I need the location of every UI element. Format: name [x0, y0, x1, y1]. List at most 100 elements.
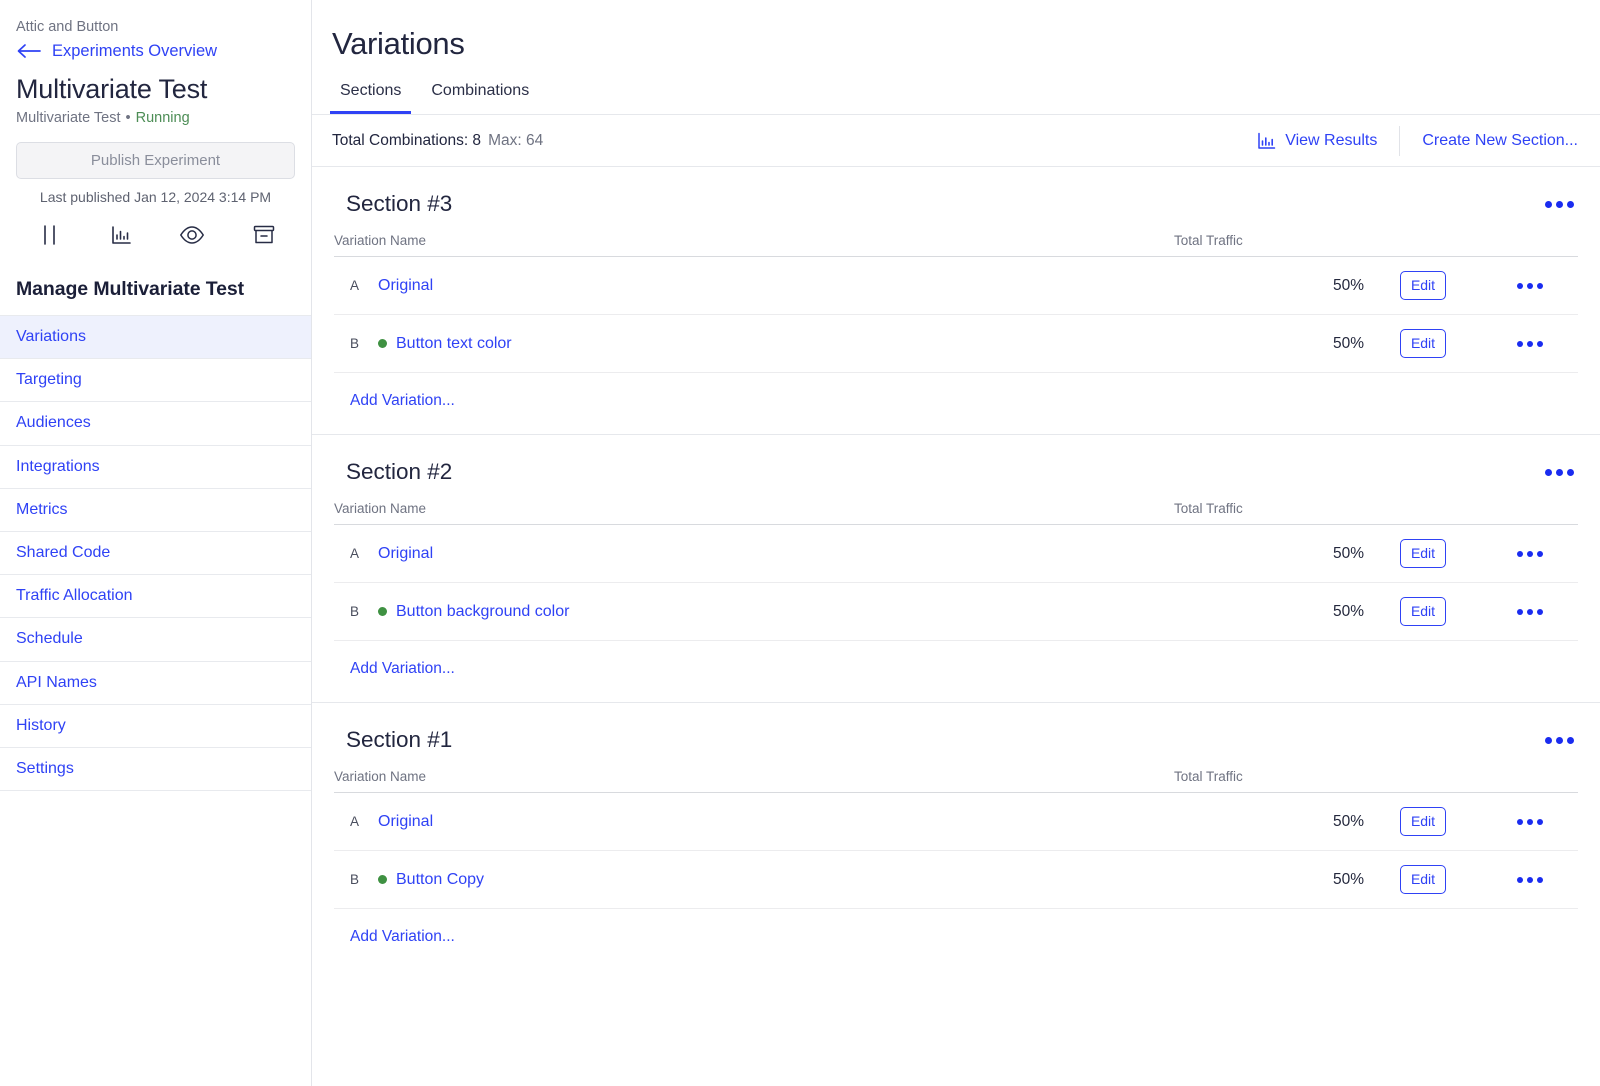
- sidebar-item-audiences[interactable]: Audiences: [0, 402, 311, 445]
- header-total-traffic: Total Traffic: [1174, 501, 1364, 525]
- variation-traffic: 50%: [1174, 525, 1364, 583]
- table-row: A Original 50% Edit: [334, 257, 1578, 315]
- back-to-experiments-overview[interactable]: Experiments Overview: [16, 40, 295, 62]
- sidebar-item-targeting[interactable]: Targeting: [0, 359, 311, 402]
- variation-name-cell: A Original: [350, 277, 1174, 295]
- table-row: A Original 50% Edit: [334, 793, 1578, 851]
- table-header-row: Variation Name Total Traffic: [334, 769, 1578, 793]
- variation-menu-icon[interactable]: [1511, 277, 1549, 295]
- section-header-3: Section #3: [334, 167, 1578, 233]
- arrow-left-icon: [16, 41, 42, 61]
- section-menu-icon-3[interactable]: [1541, 195, 1578, 214]
- status-badge: Running: [136, 110, 190, 126]
- app-root: Attic and Button Experiments Overview Mu…: [0, 0, 1600, 1086]
- header-total-traffic: Total Traffic: [1174, 769, 1364, 793]
- section-menu-icon-2[interactable]: [1541, 463, 1578, 482]
- table-header-row: Variation Name Total Traffic: [334, 233, 1578, 257]
- variation-traffic: 50%: [1174, 583, 1364, 641]
- variation-status-dot-icon: [378, 339, 387, 348]
- main-content: Variations Sections Combinations Total C…: [312, 0, 1600, 1086]
- variation-letter: B: [350, 872, 378, 887]
- add-variation-link[interactable]: Add Variation...: [334, 641, 455, 702]
- experiment-title: Multivariate Test: [16, 72, 295, 106]
- view-results-label: View Results: [1285, 132, 1377, 150]
- variation-link[interactable]: Original: [378, 277, 433, 295]
- total-combinations-label: Total Combinations: 8: [332, 132, 481, 149]
- variations-table-1: Variation Name Total Traffic A Original: [334, 769, 1578, 909]
- add-variation-link[interactable]: Add Variation...: [334, 373, 455, 434]
- header-variation-name: Variation Name: [334, 769, 1174, 793]
- bar-chart-icon: [1257, 132, 1276, 150]
- pause-icon[interactable]: [32, 220, 66, 250]
- variation-status-dot-icon: [378, 607, 387, 616]
- sidebar-item-traffic-allocation[interactable]: Traffic Allocation: [0, 575, 311, 618]
- add-variation-link[interactable]: Add Variation...: [334, 909, 455, 970]
- publish-experiment-button[interactable]: Publish Experiment: [16, 142, 295, 179]
- variation-menu-icon[interactable]: [1511, 813, 1549, 831]
- bar-chart-results-icon[interactable]: [104, 220, 138, 250]
- sidebar-item-integrations[interactable]: Integrations: [0, 446, 311, 489]
- combination-counts: Total Combinations: 8Max: 64: [332, 132, 543, 150]
- sidebar-item-variations[interactable]: Variations: [0, 316, 311, 359]
- variation-traffic: 50%: [1174, 257, 1364, 315]
- edit-variation-button[interactable]: Edit: [1400, 539, 1446, 568]
- archive-icon[interactable]: [247, 220, 281, 250]
- section-header-1: Section #1: [334, 703, 1578, 769]
- edit-variation-button[interactable]: Edit: [1400, 271, 1446, 300]
- variation-menu-icon[interactable]: [1511, 603, 1549, 621]
- section-title-1: Section #1: [346, 725, 452, 755]
- header-total-traffic: Total Traffic: [1174, 233, 1364, 257]
- section-block-3: Section #3 Variation Name Total Traffic: [312, 167, 1600, 434]
- variation-menu-icon[interactable]: [1511, 545, 1549, 563]
- table-header-row: Variation Name Total Traffic: [334, 501, 1578, 525]
- tab-bar: Sections Combinations: [312, 64, 1600, 115]
- section-header-2: Section #2: [334, 435, 1578, 501]
- variations-table-3: Variation Name Total Traffic A Original: [334, 233, 1578, 373]
- toolbar-divider: [1399, 126, 1400, 156]
- create-new-section-button[interactable]: Create New Section...: [1406, 132, 1578, 150]
- eye-preview-icon[interactable]: [175, 220, 209, 250]
- variation-link[interactable]: Original: [378, 813, 433, 831]
- last-published-text: Last published Jan 12, 2024 3:14 PM: [16, 188, 295, 207]
- experiment-type: Multivariate Test: [16, 110, 121, 126]
- variation-name-cell: A Original: [350, 545, 1174, 563]
- variations-table-2: Variation Name Total Traffic A Original: [334, 501, 1578, 641]
- variation-name-cell: B Button background color: [350, 603, 1174, 621]
- sidebar-header: Attic and Button Experiments Overview Mu…: [0, 0, 311, 250]
- variation-link[interactable]: Button Copy: [396, 871, 484, 889]
- edit-variation-button[interactable]: Edit: [1400, 597, 1446, 626]
- sidebar-nav: Variations Targeting Audiences Integrati…: [0, 315, 311, 791]
- variation-link[interactable]: Original: [378, 545, 433, 563]
- section-title-3: Section #3: [346, 189, 452, 219]
- edit-variation-button[interactable]: Edit: [1400, 865, 1446, 894]
- variation-menu-icon[interactable]: [1511, 871, 1549, 889]
- header-edit-spacer: [1364, 501, 1482, 525]
- header-edit-spacer: [1364, 233, 1482, 257]
- sidebar: Attic and Button Experiments Overview Mu…: [0, 0, 312, 1086]
- section-block-1: Section #1 Variation Name Total Traffic: [312, 703, 1600, 970]
- organization-name: Attic and Button: [16, 18, 295, 36]
- edit-variation-button[interactable]: Edit: [1400, 807, 1446, 836]
- section-title-2: Section #2: [346, 457, 452, 487]
- sidebar-item-api-names[interactable]: API Names: [0, 662, 311, 705]
- variation-link[interactable]: Button background color: [396, 603, 569, 621]
- view-results-button[interactable]: View Results: [1241, 132, 1393, 150]
- variation-traffic: 50%: [1174, 851, 1364, 909]
- sidebar-item-settings[interactable]: Settings: [0, 748, 311, 791]
- tab-sections[interactable]: Sections: [330, 80, 411, 114]
- variation-name-cell: B Button Copy: [350, 871, 1174, 889]
- sidebar-item-history[interactable]: History: [0, 705, 311, 748]
- variation-menu-icon[interactable]: [1511, 335, 1549, 353]
- variation-letter: B: [350, 604, 378, 619]
- variation-link[interactable]: Button text color: [396, 335, 512, 353]
- section-menu-icon-1[interactable]: [1541, 731, 1578, 750]
- subtitle-separator: •: [125, 110, 132, 126]
- edit-variation-button[interactable]: Edit: [1400, 329, 1446, 358]
- variation-name-cell: B Button text color: [350, 335, 1174, 353]
- experiment-action-icons: [16, 220, 295, 250]
- header-menu-spacer: [1482, 233, 1578, 257]
- tab-combinations[interactable]: Combinations: [421, 80, 539, 114]
- sidebar-item-schedule[interactable]: Schedule: [0, 618, 311, 661]
- sidebar-item-metrics[interactable]: Metrics: [0, 489, 311, 532]
- sidebar-item-shared-code[interactable]: Shared Code: [0, 532, 311, 575]
